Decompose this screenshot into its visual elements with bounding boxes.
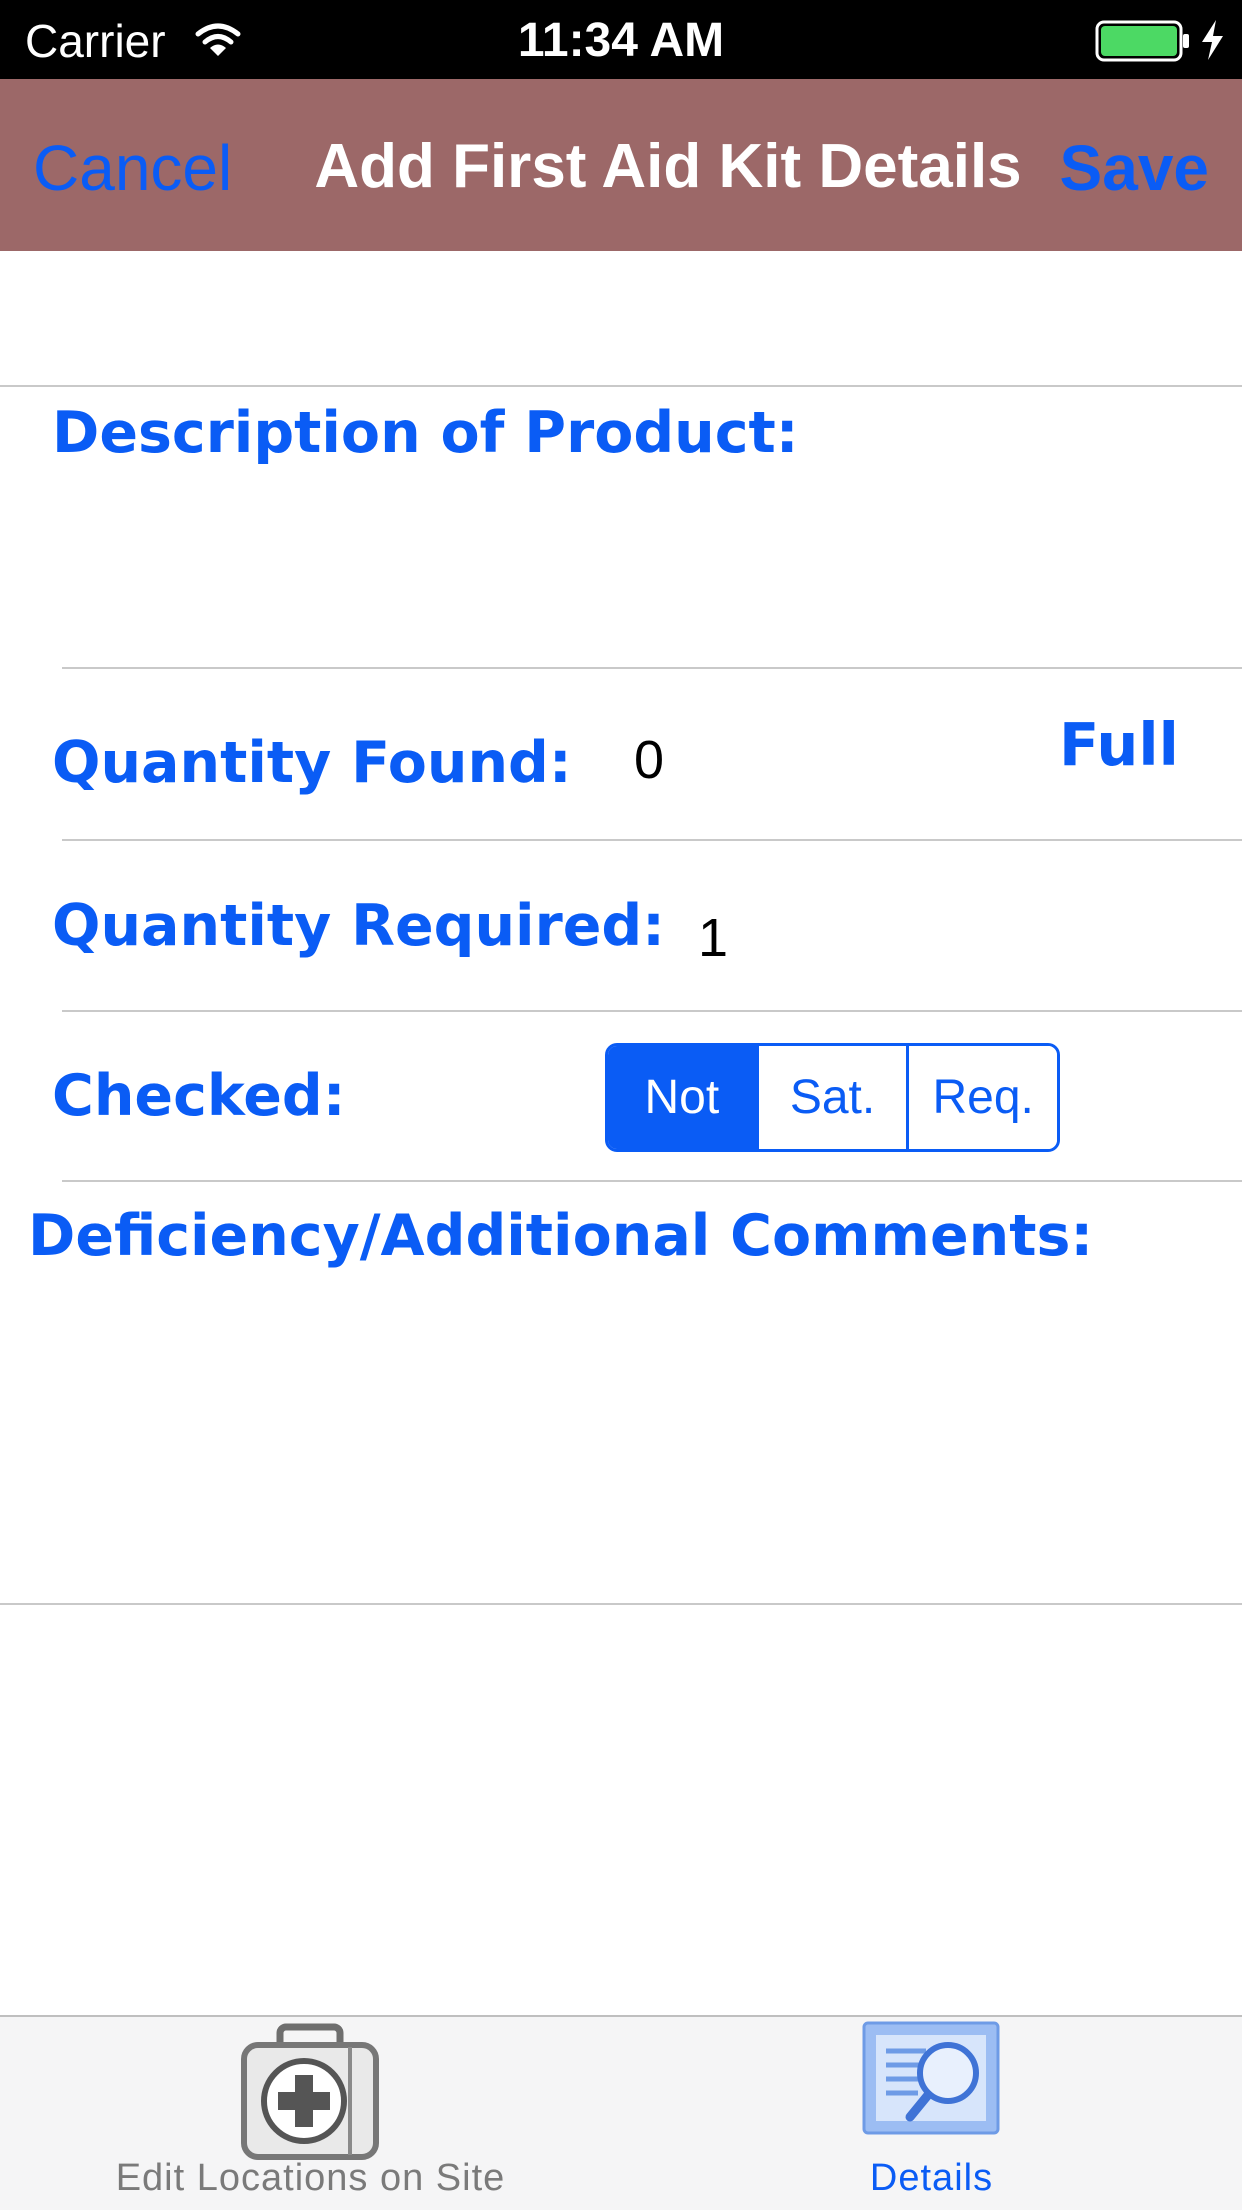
divider bbox=[62, 839, 1242, 841]
checked-segmented-control: Not Sat. Req. bbox=[605, 1043, 1060, 1152]
tab-edit-locations[interactable]: Edit Locations on Site bbox=[0, 2017, 621, 2210]
battery-icon bbox=[1095, 20, 1189, 62]
checked-label: Checked: bbox=[52, 1063, 346, 1129]
quantity-required-label: Quantity Required: bbox=[52, 893, 665, 959]
checked-option-satisfactory[interactable]: Sat. bbox=[755, 1046, 907, 1149]
full-button[interactable]: Full bbox=[1059, 710, 1179, 779]
divider bbox=[62, 667, 1242, 669]
navigation-bar: Cancel Add First Aid Kit Details Save bbox=[0, 79, 1242, 251]
save-button[interactable]: Save bbox=[1060, 131, 1209, 205]
clock: 11:34 AM bbox=[517, 14, 725, 67]
tab-bar: Edit Locations on Site Details bbox=[0, 2015, 1242, 2210]
first-aid-kit-icon bbox=[241, 2023, 379, 2160]
charging-bolt-icon bbox=[1202, 20, 1223, 60]
checked-option-not[interactable]: Not bbox=[608, 1046, 756, 1149]
quantity-required-field[interactable]: 1 bbox=[698, 907, 728, 969]
quantity-found-label: Quantity Found: bbox=[52, 730, 572, 796]
tab-details[interactable]: Details bbox=[621, 2017, 1242, 2210]
tab-details-label: Details bbox=[869, 2157, 994, 2199]
magnifier-document-icon bbox=[862, 2021, 1000, 2135]
quantity-found-field[interactable]: 0 bbox=[634, 729, 664, 791]
page-title: Add First Aid Kit Details bbox=[314, 132, 1022, 201]
divider bbox=[62, 1180, 1242, 1182]
description-label: Description of Product: bbox=[52, 400, 799, 466]
checked-option-required[interactable]: Req. bbox=[906, 1046, 1057, 1149]
divider bbox=[62, 1010, 1242, 1012]
description-field[interactable] bbox=[52, 480, 1212, 660]
comments-label: Deficiency/Additional Comments: bbox=[28, 1203, 1094, 1269]
comments-field[interactable] bbox=[28, 1285, 1218, 1595]
tab-edit-locations-label: Edit Locations on Site bbox=[115, 2157, 506, 2199]
status-bar: Carrier 11:34 AM bbox=[0, 0, 1242, 79]
divider bbox=[0, 1603, 1242, 1605]
divider bbox=[0, 385, 1242, 387]
